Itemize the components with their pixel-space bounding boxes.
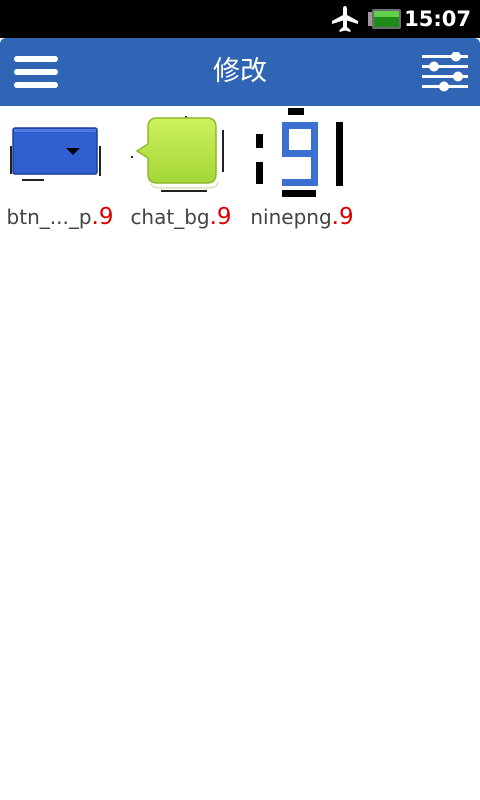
file-item[interactable]: btn_..._p.9 <box>0 106 120 236</box>
airplane-mode-icon <box>332 6 358 32</box>
settings-button[interactable] <box>420 51 470 92</box>
green-speech-bubble-thumbnail <box>131 116 224 192</box>
sliders-settings-icon <box>422 51 468 92</box>
blue-spinner-button-thumbnail <box>10 127 101 181</box>
file-name: ninepng.9 <box>250 204 354 230</box>
page-title: 修改 <box>213 56 267 87</box>
file-name: chat_bg.9 <box>130 204 232 230</box>
battery-icon <box>368 9 401 29</box>
file-name: btn_..._p.9 <box>6 204 114 230</box>
file-extension: .9 <box>209 204 232 230</box>
file-extension: .9 <box>331 204 354 230</box>
file-extension: .9 <box>91 204 114 230</box>
file-item[interactable]: chat_bg.9 <box>121 106 241 236</box>
app-header: 修改 <box>0 38 480 106</box>
clock: 15:07 <box>404 7 471 31</box>
file-item[interactable]: ninepng.9 <box>242 106 362 236</box>
nine-patch-digit-9-thumbnail <box>256 108 343 197</box>
status-bar: 15:07 <box>0 0 480 38</box>
